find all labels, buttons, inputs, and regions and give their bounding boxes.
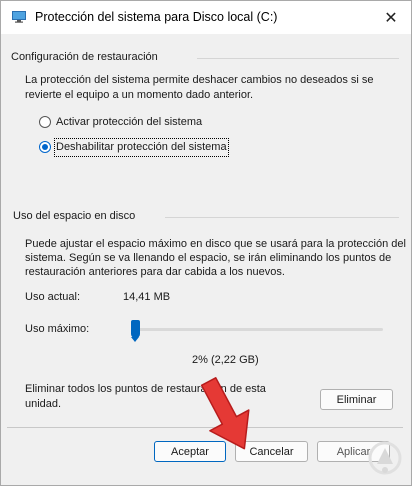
disk-description-line3: restauración anteriores para dar cabida … [25, 266, 285, 278]
restore-settings-label: Configuración de restauración [11, 51, 158, 63]
current-usage-value: 14,41 MB [123, 291, 171, 303]
delete-button-label: Eliminar [336, 393, 377, 406]
current-usage-label: Uso actual: [25, 291, 81, 303]
computer-icon [12, 11, 26, 23]
restore-description-line2: revierte el equipo a un momento dado ant… [25, 89, 254, 101]
slider-thumb[interactable] [131, 320, 141, 342]
watermark-logo [368, 441, 402, 475]
disk-description-line1: Puede ajustar el espacio máximo en disco… [25, 238, 406, 250]
red-arrow-icon [200, 377, 250, 450]
close-icon: ✕ [384, 10, 398, 27]
delete-description-line2: unidad. [25, 398, 62, 410]
group-divider [197, 58, 399, 59]
group-divider [165, 217, 399, 218]
radio-button-selected[interactable] [39, 141, 51, 153]
delete-button[interactable]: Eliminar [320, 389, 393, 410]
slider-track[interactable] [132, 328, 383, 331]
dialog-window: Protección del sistema para Disco local … [0, 0, 412, 486]
radio-label[interactable]: Deshabilitar protección del sistema [54, 138, 229, 157]
radio-button[interactable] [39, 116, 51, 128]
max-usage-label: Uso máximo: [25, 323, 90, 335]
restore-description-line1: La protección del sistema permite deshac… [25, 74, 374, 86]
radio-label[interactable]: Activar protección del sistema [56, 115, 202, 130]
disk-description-line2: sistema. Según se va llenando el espacio… [25, 252, 392, 264]
max-usage-readout: 2% (2,22 GB) [192, 354, 259, 366]
apply-button-label: Aplicar [336, 445, 371, 458]
window-title: Protección del sistema para Disco local … [35, 10, 278, 24]
disk-usage-label: Uso del espacio en disco [13, 210, 136, 222]
title-bar: Protección del sistema para Disco local … [1, 1, 411, 34]
close-button[interactable]: ✕ [379, 7, 403, 29]
